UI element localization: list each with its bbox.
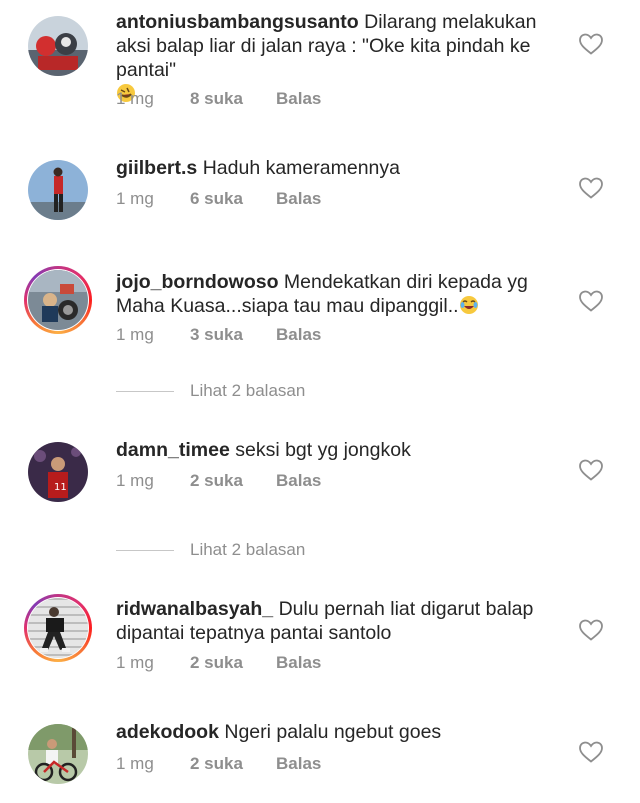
comment-time: 1 mg [116,754,154,773]
comment-meta: 1 mg 2 suka Balas [116,653,321,673]
reply-button[interactable]: Balas [276,189,321,209]
comment-time: 1 mg [116,325,154,344]
comment-text: seksi bgt yg jongkok [235,439,411,461]
heart-outline-icon[interactable] [578,32,604,56]
comment-meta: 1 mg 3 suka Balas [116,325,321,345]
heart-outline-icon[interactable] [578,289,604,313]
divider-line [116,549,174,551]
heart-outline-icon[interactable] [578,618,604,642]
comment-username[interactable]: jojo_borndowoso [116,271,278,293]
comment-text: Ngeri palalu ngebut goes [224,721,442,743]
reply-button[interactable]: Balas [276,653,321,673]
comment-body: adekodook Ngeri palalu ngebut goes [116,720,566,744]
comment-text: Haduh kameramennya [202,157,400,179]
reply-button[interactable]: Balas [276,325,321,345]
avatar[interactable]: 11 [24,438,92,506]
comment-likes[interactable]: 2 suka [190,653,276,673]
comment-likes[interactable]: 6 suka [190,189,276,209]
heart-outline-icon[interactable] [578,740,604,764]
comment-meta: 1 mg 2 suka Balas [116,471,321,491]
comment-likes[interactable]: 2 suka [190,471,276,491]
comment-body: damn_timee seksi bgt yg jongkok [116,438,566,462]
comment-time: 1 mg [116,189,154,208]
joy-emoji [459,295,479,315]
heart-outline-icon[interactable] [578,176,604,200]
svg-text:11: 11 [54,482,67,493]
view-replies-label[interactable]: Lihat 2 balasan [190,381,305,401]
comment-meta: 1 mg 6 suka Balas [116,189,321,209]
comment-body: giilbert.s Haduh kameramennya [116,156,566,180]
reply-button[interactable]: Balas [276,471,321,491]
avatar[interactable] [24,12,92,80]
avatar[interactable] [24,594,92,662]
comment-username[interactable]: adekodook [116,721,219,743]
comment-likes[interactable]: 2 suka [190,754,276,774]
divider-line [116,390,174,392]
comment-time: 1 mg [116,471,154,490]
comment-body: jojo_borndowoso Mendekatkan diri kepada … [116,270,566,318]
comment-meta: 1 mg 2 suka Balas [116,754,321,774]
comment-body: ridwanalbasyah_ Dulu pernah liat digarut… [116,597,566,645]
avatar[interactable] [24,720,92,788]
comment-time: 1 mg [116,89,154,108]
comment-username[interactable]: ridwanalbasyah_ [116,598,273,620]
comment-time: 1 mg [116,653,154,672]
avatar[interactable] [24,156,92,224]
comment-likes[interactable]: 3 suka [190,325,276,345]
reply-button[interactable]: Balas [276,754,321,774]
comment-likes[interactable]: 8 suka [190,89,276,109]
view-replies-button[interactable]: Lihat 2 balasan [116,381,305,401]
view-replies-button[interactable]: Lihat 2 balasan [116,540,305,560]
view-replies-label[interactable]: Lihat 2 balasan [190,540,305,560]
avatar[interactable] [24,266,92,334]
comment-username[interactable]: giilbert.s [116,157,197,179]
comment-meta: 1 mg 8 suka Balas [116,89,321,109]
heart-outline-icon[interactable] [578,458,604,482]
comment-username[interactable]: damn_timee [116,439,230,461]
reply-button[interactable]: Balas [276,89,321,109]
comment-username[interactable]: antoniusbambangsusanto [116,11,359,33]
